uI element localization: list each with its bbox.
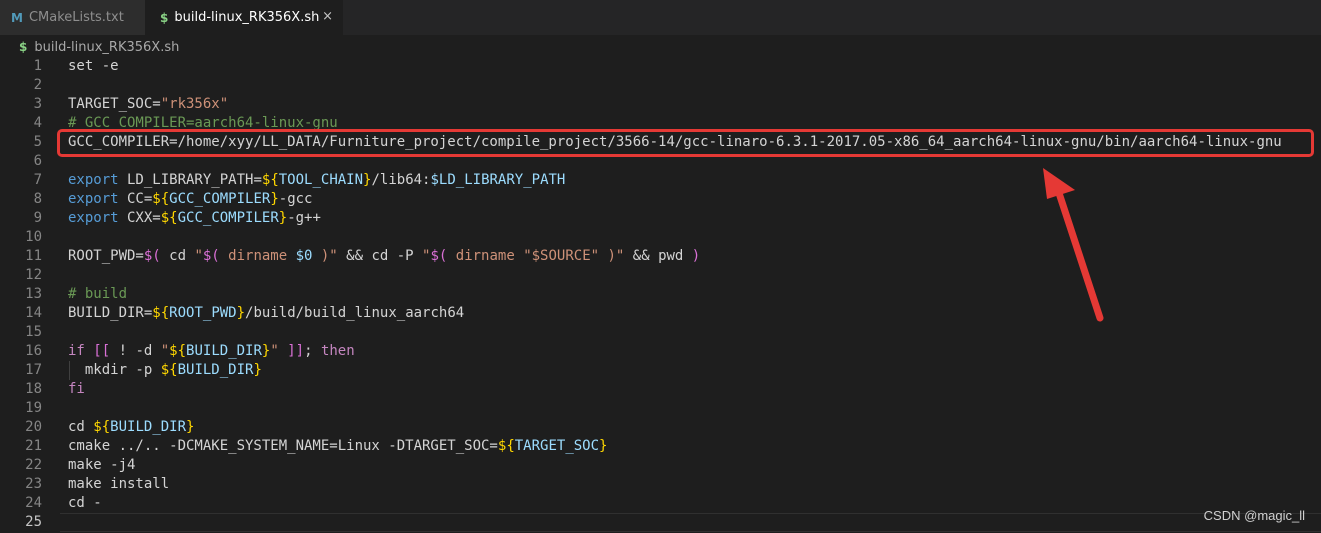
watermark: CSDN @magic_ll bbox=[1203, 508, 1305, 523]
annotation-arrow bbox=[1043, 168, 1104, 322]
